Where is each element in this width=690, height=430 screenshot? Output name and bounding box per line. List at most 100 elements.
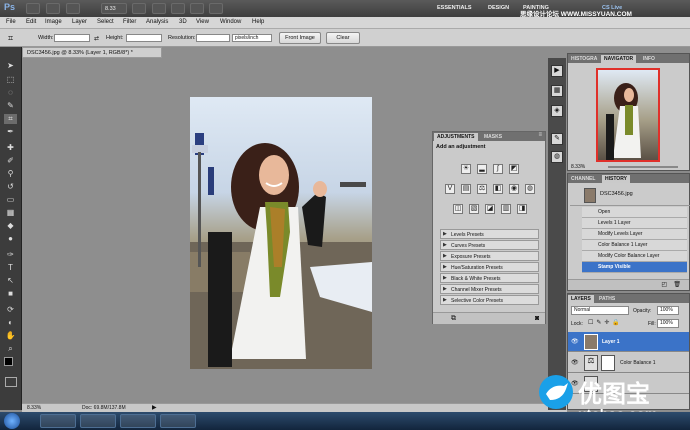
gradient-map-icon[interactable]: ▥ xyxy=(501,204,511,214)
tab-layers[interactable]: LAYERS xyxy=(568,295,594,303)
preset-hue-saturation[interactable]: Hue/Saturation Presets xyxy=(440,262,539,272)
bridge-button[interactable] xyxy=(26,3,40,14)
type-tool-icon[interactable]: T xyxy=(4,263,17,273)
brush-panel-icon[interactable]: ✎ xyxy=(551,133,563,145)
history-item-active[interactable]: Stamp Visible xyxy=(582,262,687,273)
expand-icon[interactable]: ◙ xyxy=(535,315,539,322)
start-button[interactable] xyxy=(4,413,20,429)
lasso-tool-icon[interactable]: ◌ xyxy=(4,88,17,98)
pen-tool-icon[interactable]: ✑ xyxy=(4,250,17,260)
selective-color-icon[interactable]: ◨ xyxy=(517,204,527,214)
levels-icon[interactable]: ▂ xyxy=(477,164,487,174)
3d-camera-tool-icon[interactable]: ◐ xyxy=(4,318,17,328)
marquee-tool-icon[interactable]: ⬚ xyxy=(4,75,17,85)
zoom-level-select[interactable]: 8.33 xyxy=(101,3,127,14)
menu-select[interactable]: Select xyxy=(97,19,114,25)
history-item[interactable]: Color Balance 1 Layer xyxy=(582,240,687,251)
menu-help[interactable]: Help xyxy=(252,19,264,25)
curves-icon[interactable]: ∫ xyxy=(493,164,503,174)
channel-mixer-icon[interactable]: ◍ xyxy=(525,184,535,194)
actions-panel-icon[interactable]: ▶ xyxy=(551,65,563,77)
minibridge-button[interactable] xyxy=(46,3,60,14)
swatches-panel-icon[interactable]: ▦ xyxy=(551,85,563,97)
workspace-design[interactable]: DESIGN xyxy=(488,5,509,11)
eyedropper-tool-icon[interactable]: ✒ xyxy=(4,127,17,137)
history-item[interactable]: Levels 1 Layer xyxy=(582,218,687,229)
zoom-status[interactable]: 8.33% xyxy=(27,405,41,411)
menu-analysis[interactable]: Analysis xyxy=(146,19,168,25)
clone-stamp-tool-icon[interactable]: ⚲ xyxy=(4,169,17,179)
clear-button[interactable]: Clear xyxy=(326,32,360,44)
healing-brush-tool-icon[interactable]: ✚ xyxy=(4,143,17,153)
menu-edit[interactable]: Edit xyxy=(26,19,36,25)
taskbar-explorer-button[interactable] xyxy=(40,414,76,428)
lock-icons[interactable]: ☐✎✛🔒 xyxy=(588,319,623,326)
history-item[interactable]: Modify Color Balance Layer xyxy=(582,251,687,262)
photo-filter-icon[interactable]: ◉ xyxy=(509,184,519,194)
eye-icon[interactable]: 👁 xyxy=(571,338,579,345)
fill-input[interactable]: 100% xyxy=(657,319,679,328)
status-arrow-icon[interactable]: ▶ xyxy=(152,404,157,411)
eye-icon[interactable]: 👁 xyxy=(571,359,579,366)
styles-panel-icon[interactable]: ◈ xyxy=(551,105,563,117)
crop-tool-icon[interactable]: ⌗ xyxy=(4,114,17,124)
hand-tool-button[interactable] xyxy=(132,3,146,14)
navigator-zoom[interactable]: 8.33% xyxy=(571,164,585,170)
dodge-tool-icon[interactable]: ● xyxy=(4,234,17,244)
front-image-button[interactable]: Front Image xyxy=(279,32,321,44)
clone-source-panel-icon[interactable]: ◍ xyxy=(551,151,563,163)
height-input[interactable] xyxy=(126,34,162,42)
brightness-contrast-icon[interactable]: ☀ xyxy=(461,164,471,174)
zoom-tool-button[interactable] xyxy=(152,3,166,14)
tab-histogram[interactable]: HISTOGRA xyxy=(568,55,600,63)
preset-curves[interactable]: Curves Presets xyxy=(440,240,539,250)
tab-info[interactable]: INFO xyxy=(640,55,658,63)
menu-view[interactable]: View xyxy=(196,19,209,25)
quick-select-tool-icon[interactable]: ✎ xyxy=(4,101,17,111)
preset-black-white[interactable]: Black & White Presets xyxy=(440,273,539,283)
tab-navigator[interactable]: NAVIGATOR xyxy=(601,55,637,63)
blur-tool-icon[interactable]: ◆ xyxy=(4,221,17,231)
preset-levels[interactable]: Levels Presets xyxy=(440,229,539,239)
menu-3d[interactable]: 3D xyxy=(179,19,187,25)
menu-image[interactable]: Image xyxy=(45,19,62,25)
brush-tool-icon[interactable]: ✐ xyxy=(4,156,17,166)
foreground-color-swatch[interactable] xyxy=(4,357,13,366)
crop-tool-icon[interactable]: ⌗ xyxy=(8,33,20,44)
trash-icon[interactable]: 🗑 xyxy=(673,281,681,288)
resolution-unit-select[interactable]: pixels/inch xyxy=(232,34,272,42)
threshold-icon[interactable]: ◪ xyxy=(485,204,495,214)
rotate-view-button[interactable] xyxy=(171,3,185,14)
menu-file[interactable]: File xyxy=(6,19,16,25)
menu-filter[interactable]: Filter xyxy=(123,19,136,25)
eraser-tool-icon[interactable]: ▭ xyxy=(4,195,17,205)
navigator-preview[interactable] xyxy=(596,68,660,162)
color-balance-icon[interactable]: ⚖ xyxy=(477,184,487,194)
workspace-essentials[interactable]: ESSENTIALS xyxy=(437,5,472,11)
swap-icon[interactable]: ⇄ xyxy=(94,35,99,42)
tab-adjustments[interactable]: ADJUSTMENTS xyxy=(434,133,478,141)
tab-history[interactable]: HISTORY xyxy=(602,175,630,183)
shape-tool-icon[interactable]: ■ xyxy=(4,289,17,299)
tab-channels[interactable]: CHANNEL xyxy=(568,175,598,183)
posterize-icon[interactable]: ▧ xyxy=(469,204,479,214)
arrange-documents-button[interactable] xyxy=(190,3,204,14)
menu-layer[interactable]: Layer xyxy=(72,19,87,25)
layer-row-active[interactable]: 👁 Layer 1 xyxy=(568,332,689,352)
history-brush-tool-icon[interactable]: ↺ xyxy=(4,182,17,192)
taskbar-ie-button[interactable] xyxy=(160,414,196,428)
extras-button[interactable] xyxy=(66,3,80,14)
preset-channel-mixer[interactable]: Channel Mixer Presets xyxy=(440,284,539,294)
tab-masks[interactable]: MASKS xyxy=(481,133,505,141)
new-snapshot-icon[interactable]: ◰ xyxy=(661,281,667,288)
quick-mask-button[interactable] xyxy=(5,377,17,387)
hue-saturation-icon[interactable]: ▤ xyxy=(461,184,471,194)
opacity-input[interactable]: 100% xyxy=(657,306,679,315)
document-tab[interactable]: DSC3456.jpg @ 8.33% (Layer 1, RGB/8*) * xyxy=(22,47,162,58)
history-item[interactable]: Open xyxy=(582,207,687,218)
taskbar-photoshop-button[interactable] xyxy=(120,414,156,428)
exposure-icon[interactable]: ◩ xyxy=(509,164,519,174)
blend-mode-select[interactable]: Normal xyxy=(571,306,629,315)
history-item[interactable]: Modify Levels Layer xyxy=(582,229,687,240)
history-snapshot[interactable]: DSC3456.jpg xyxy=(570,186,690,206)
